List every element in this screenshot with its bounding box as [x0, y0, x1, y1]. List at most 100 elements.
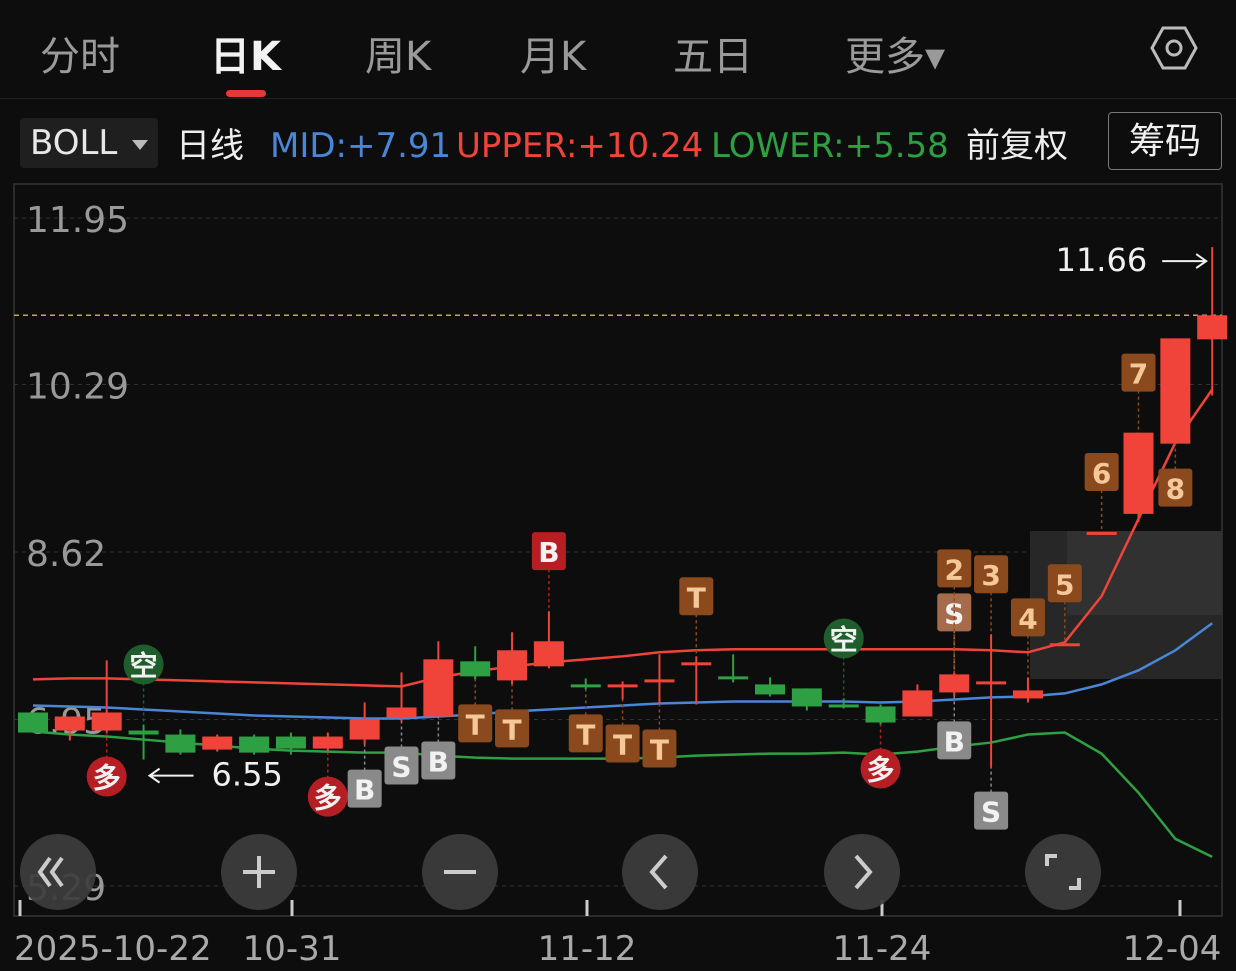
signal-badge-label: 4	[1018, 602, 1037, 635]
signal-badge-label: T	[576, 718, 595, 751]
zoom-in-icon	[243, 856, 275, 888]
signal-badge-label: 多	[867, 754, 895, 787]
candle-body[interactable]	[791, 688, 822, 707]
candle-body[interactable]	[423, 659, 454, 717]
tab-daily-k[interactable]: 日K	[210, 24, 281, 82]
signal-badge-label: B	[538, 536, 559, 569]
y-axis-label: 8.62	[26, 534, 106, 575]
zoom-in-button[interactable]	[221, 834, 297, 910]
candle-body[interactable]	[1160, 338, 1191, 444]
chips-button[interactable]: 筹码	[1108, 112, 1222, 170]
signal-badge-label: 8	[1166, 473, 1185, 506]
signal-badge-label: 多	[93, 762, 121, 795]
candle-body[interactable]	[54, 716, 85, 731]
high-arrow-icon	[1162, 253, 1208, 269]
low-arrow-icon	[147, 767, 194, 784]
y-axis-label: 10.29	[26, 366, 129, 407]
rewind-icon	[37, 856, 64, 888]
candle-body[interactable]	[91, 712, 122, 731]
candle-body[interactable]	[755, 684, 785, 695]
dropdown-arrow-icon	[132, 140, 148, 150]
signal-badge-label: S	[981, 796, 1001, 829]
x-axis-label: 11-24	[833, 929, 932, 969]
chips-region-top	[1067, 531, 1222, 615]
indicator-bar: BOLL 日线 MID:+7.91 UPPER:+10.24 LOWER:+5.…	[0, 110, 1236, 174]
tab-intraday[interactable]: 分时	[40, 24, 120, 82]
previous-button[interactable]	[622, 834, 698, 910]
zoom-out-button[interactable]	[422, 834, 498, 910]
period-tabs: 分时 日K 周K 月K 五日 更多▾	[0, 0, 1236, 99]
x-axis-label: 12-04	[1123, 929, 1222, 969]
candle-body[interactable]	[939, 674, 970, 693]
signal-badge-label: 3	[981, 559, 1000, 592]
adjust-mode[interactable]: 前复权	[966, 126, 1068, 166]
candle-body[interactable]	[681, 662, 712, 666]
fullscreen-icon	[1045, 854, 1081, 890]
signal-badge-label: 多	[314, 782, 342, 815]
candle-body[interactable]	[497, 650, 528, 681]
candle-body[interactable]	[165, 734, 196, 753]
tab-more[interactable]: 更多▾	[845, 24, 945, 82]
candle-body[interactable]	[460, 661, 491, 677]
candle-body[interactable]	[275, 736, 306, 749]
candle-body[interactable]	[1197, 315, 1228, 340]
candle-body[interactable]	[1012, 690, 1043, 699]
signal-badge-label: T	[687, 581, 706, 614]
rewind-button[interactable]	[20, 834, 96, 910]
candle-body[interactable]	[349, 719, 380, 740]
candle-body[interactable]	[902, 690, 933, 717]
signal-badge-label: 空	[830, 623, 858, 656]
candle-body[interactable]	[202, 736, 233, 750]
candle-body[interactable]	[18, 712, 48, 733]
candle-body[interactable]	[1049, 643, 1080, 647]
indicator-selector[interactable]: BOLL	[20, 118, 158, 168]
candle-body[interactable]	[570, 684, 601, 688]
candle-body[interactable]	[828, 704, 859, 708]
period-label: 日线	[176, 126, 244, 166]
boll-mid-value: MID:+7.91	[270, 126, 452, 166]
indicator-selector-label: BOLL	[30, 123, 118, 163]
tab-five-day[interactable]: 五日	[673, 24, 753, 82]
signal-badge-label: B	[354, 774, 375, 807]
settings-hexagon-icon[interactable]	[1150, 24, 1198, 72]
chevron-left-icon	[649, 854, 668, 890]
signal-badge-label: T	[650, 733, 669, 766]
tab-weekly-k[interactable]: 周K	[365, 24, 431, 82]
next-button[interactable]	[824, 834, 900, 910]
fullscreen-button[interactable]	[1025, 834, 1101, 910]
signal-badge-label: B	[428, 745, 449, 778]
x-axis-label: 2025-10-22	[14, 929, 212, 969]
signal-badge-label: T	[466, 708, 485, 741]
signal-badge-label: S	[391, 751, 411, 784]
active-tab-indicator	[226, 90, 266, 97]
x-axis-label: 11-12	[538, 929, 637, 969]
signal-badge-label: S	[944, 597, 964, 630]
candle-body[interactable]	[239, 736, 270, 753]
zoom-out-icon	[444, 870, 476, 874]
signal-badge-label: 7	[1129, 358, 1148, 391]
signal-badge-label: 空	[130, 650, 158, 683]
signal-badge-label: 6	[1092, 457, 1111, 490]
signal-badge-label: T	[502, 713, 521, 746]
candle-body[interactable]	[386, 707, 417, 718]
tab-monthly-k[interactable]: 月K	[520, 24, 586, 82]
y-axis-label: 11.95	[26, 200, 129, 241]
signal-badge-label: B	[944, 725, 965, 758]
boll-lower-value: LOWER:+5.58	[711, 126, 949, 166]
signal-badge-label: 5	[1055, 568, 1074, 601]
candle-body[interactable]	[1086, 531, 1117, 535]
candle-body[interactable]	[312, 736, 343, 749]
candle-body[interactable]	[865, 706, 896, 723]
x-axis-label: 10-31	[243, 929, 342, 969]
signal-badge-label: 2	[945, 553, 964, 586]
candle-body[interactable]	[607, 684, 638, 688]
chevron-right-icon	[854, 854, 873, 890]
high-price-label: 11.66	[1056, 241, 1148, 279]
candle-body[interactable]	[533, 641, 564, 667]
candle-body[interactable]	[1123, 432, 1154, 514]
boll-upper-value: UPPER:+10.24	[456, 126, 704, 166]
candle-body[interactable]	[128, 730, 159, 735]
candle-body[interactable]	[644, 679, 675, 683]
candle-body[interactable]	[976, 681, 1007, 685]
candle-body[interactable]	[718, 676, 749, 680]
